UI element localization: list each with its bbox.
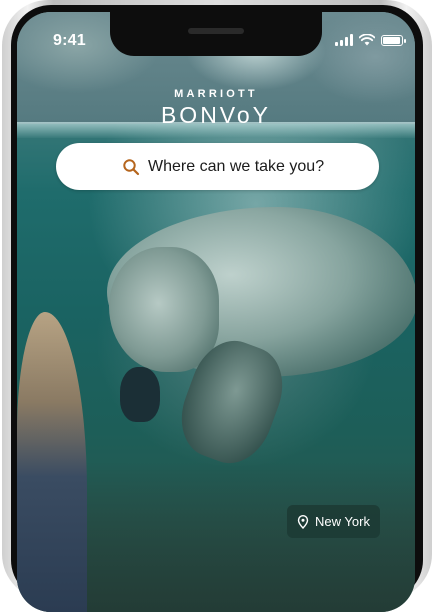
logo-marriott: MARRIOTT [174,88,258,100]
background-polar-bear-head [109,247,219,372]
speaker-grille [188,28,244,34]
search-icon [123,158,140,175]
phone-notch [110,12,322,56]
location-chip[interactable]: New York [287,505,380,538]
location-label: New York [315,514,370,529]
background-child [17,312,87,612]
wifi-icon [359,34,375,46]
status-icons [335,34,406,46]
logo-bonvoy: BONVoY [160,102,272,128]
search-bar[interactable]: Where can we take you? [56,143,379,190]
background-child-hand [120,367,160,422]
battery-icon [381,34,406,46]
signal-icon [335,34,353,46]
search-placeholder: Where can we take you? [148,157,325,175]
brand-logo: MARRIOTT BONVoY [17,88,415,129]
app-screen: 9:41 MARRIOTT BONVoY Where can we take y… [17,12,415,612]
location-pin-icon [297,514,309,529]
status-time: 9:41 [53,32,86,49]
